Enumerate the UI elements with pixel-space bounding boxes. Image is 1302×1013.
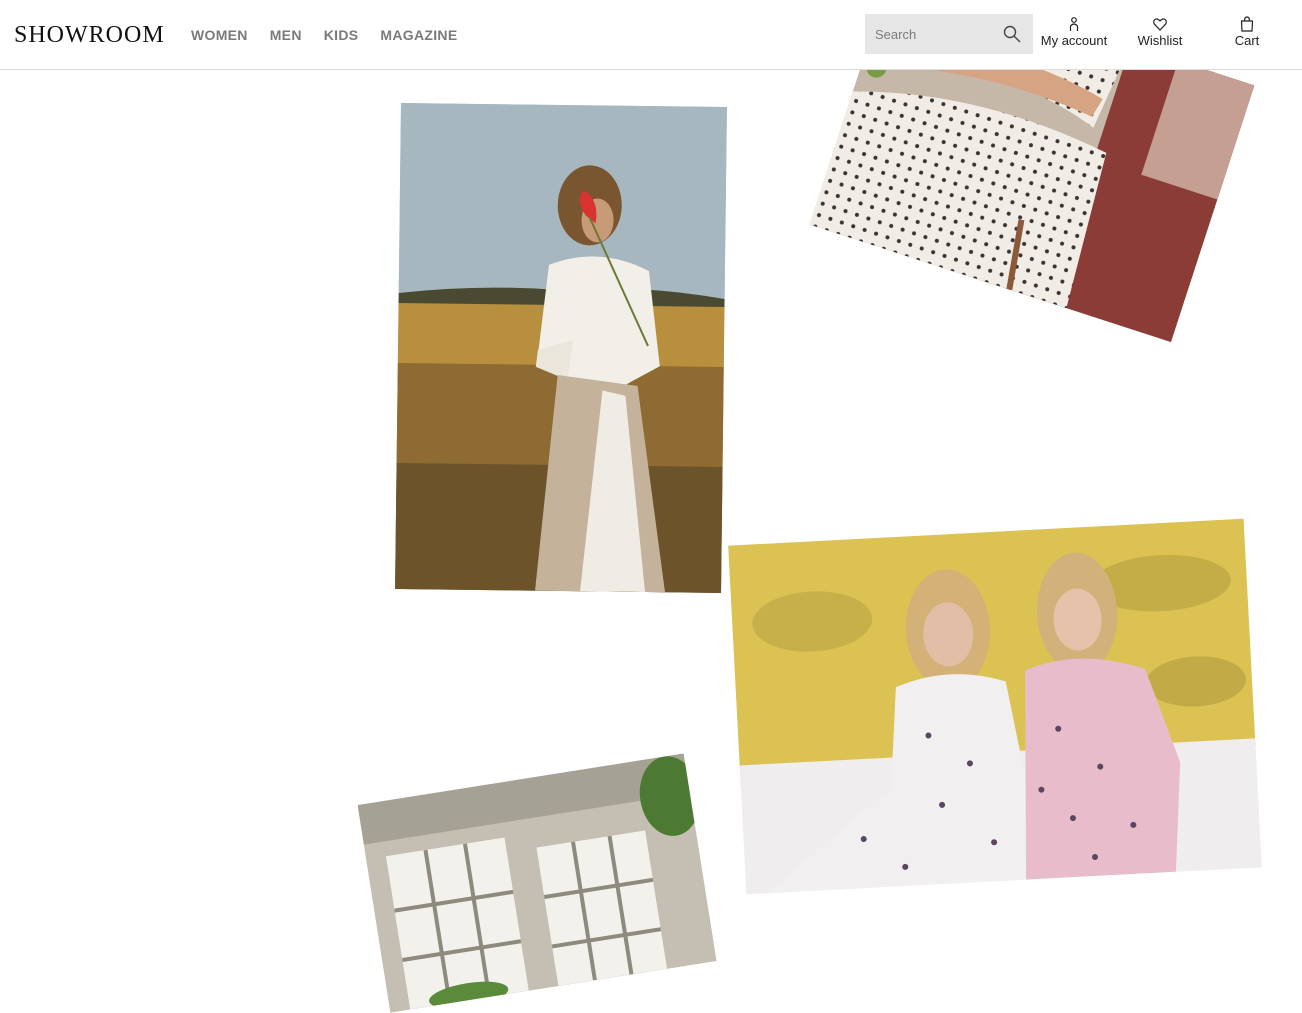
heart-icon	[1153, 18, 1167, 31]
search-icon[interactable]	[1003, 25, 1021, 43]
nav-item-kids[interactable]: KIDS	[324, 26, 359, 44]
brand-logo[interactable]: SHOWROOM	[14, 20, 165, 50]
bag-icon	[1240, 16, 1254, 32]
cart-button[interactable]: Cart	[1228, 16, 1266, 49]
cart-label: Cart	[1234, 33, 1260, 48]
woman-in-field-photo[interactable]	[395, 103, 727, 593]
woman-in-field-image	[395, 103, 727, 593]
search-input[interactable]	[865, 14, 1005, 54]
person-icon	[1069, 17, 1079, 31]
nav-item-women[interactable]: WOMEN	[191, 26, 248, 44]
wishlist-button[interactable]: Wishlist	[1134, 16, 1186, 49]
nav-item-magazine[interactable]: MAGAZINE	[380, 26, 457, 44]
window-interior-image	[357, 753, 717, 1013]
two-women-floral-dresses-photo[interactable]	[728, 518, 1262, 895]
my-account-label: My account	[1040, 33, 1108, 48]
main-nav: WOMEN MEN KIDS MAGAZINE	[191, 26, 457, 44]
wishlist-label: Wishlist	[1137, 33, 1183, 48]
my-account-button[interactable]: My account	[1040, 16, 1108, 49]
site-header: SHOWROOM WOMEN MEN KIDS MAGAZINE My acco…	[0, 0, 1302, 70]
window-interior-photo[interactable]	[357, 753, 717, 1013]
two-women-image	[728, 518, 1262, 895]
nav-item-men[interactable]: MEN	[270, 26, 302, 44]
search-box	[865, 14, 1033, 54]
